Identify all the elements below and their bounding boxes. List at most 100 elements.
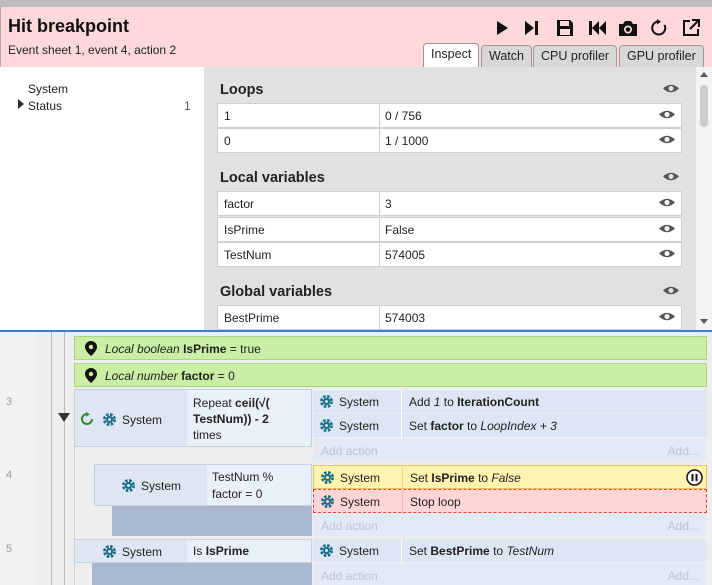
inspector-panel: Loops 1 0 / 756 0 1 / 1000 Local variabl… [204,67,696,331]
breakpoint-pause-icon[interactable] [686,469,703,486]
section-title-local-variables: Local variables [220,170,325,186]
add-action-button[interactable]: Add action Add... [313,564,707,585]
reload-icon [651,19,667,36]
tab-cpu-profiler[interactable]: CPU profiler [533,45,618,67]
action-add-iterationcount[interactable]: System Add 1 to IterationCount [313,390,707,414]
eye-icon[interactable] [658,197,676,208]
indent-guide [64,332,65,585]
collapse-arrow-icon[interactable] [58,413,70,422]
breakpoint-location: Event sheet 1, event 4, action 2 [8,43,177,57]
tree-item-system[interactable]: System [28,82,68,96]
eye-icon[interactable] [662,171,680,182]
eye-icon[interactable] [658,134,676,145]
scroll-up-icon[interactable] [700,71,708,77]
indent-guide [51,332,52,585]
screenshot-button[interactable] [617,17,639,39]
var-value[interactable]: 3 [385,197,392,211]
step-icon [525,21,538,35]
map-pin-icon [85,368,97,383]
tab-gpu-profiler[interactable]: GPU profiler [619,45,704,67]
condition-testnum-mod[interactable]: System TestNum % factor = 0 [94,464,312,506]
action-set-bestprime[interactable]: System Set BestPrime to TestNum [313,539,707,563]
restart-button[interactable] [586,17,608,39]
variable-row: IsPrime False [217,217,682,242]
eye-icon[interactable] [658,109,676,120]
variable-row: BestPrime 574003 [217,305,682,330]
play-icon [497,21,508,35]
gear-icon [321,495,334,508]
eye-icon[interactable] [658,223,676,234]
eye-icon[interactable] [662,285,680,296]
loop-icon [81,412,93,425]
var-value[interactable]: False [385,223,414,237]
action-stop-loop[interactable]: System Stop loop [313,489,707,514]
external-link-icon [683,19,700,36]
gear-icon [122,479,135,492]
object-name: System [122,413,163,427]
gear-icon [320,395,333,408]
object-name: System [122,545,163,559]
debugger-header: Hit breakpoint Event sheet 1, event 4, a… [0,7,712,67]
add-action-button[interactable]: Add action Add... [313,514,707,536]
var-name: factor [224,197,255,211]
continue-button[interactable] [491,17,513,39]
action-set-factor[interactable]: System Set factor to LoopIndex + 3 [313,414,707,438]
sub-event-block [112,506,312,536]
loop-row: 0 1 / 1000 [217,128,682,153]
variable-row: TestNum 574005 [217,242,682,267]
scroll-down-icon[interactable] [700,319,708,325]
var-name: 0 [224,134,231,148]
action-set-isprime-breakpoint[interactable]: System Set IsPrime to False [313,465,707,490]
expand-arrow-icon[interactable] [17,99,25,109]
condition-repeat[interactable]: System Repeat ceil(√( TestNum)) - 2 time… [74,389,312,447]
gear-icon [320,419,333,432]
var-value[interactable]: 574003 [385,311,425,325]
section-title-global-variables: Global variables [220,284,333,300]
object-name: System [141,479,182,493]
var-name: BestPrime [224,311,280,325]
local-variable-factor[interactable]: Local number factor = 0 [74,363,707,387]
gear-icon [103,413,116,426]
object-tree: System Status 1 [0,67,204,331]
var-value[interactable]: 574005 [385,248,425,262]
page-title: Hit breakpoint [8,16,130,36]
section-title-loops: Loops [220,82,264,98]
var-value[interactable]: 0 / 756 [385,109,422,123]
step-button[interactable] [521,17,543,39]
var-name: TestNum [224,248,272,262]
var-value[interactable]: 1 / 1000 [385,134,428,148]
save-button[interactable] [554,17,576,39]
event-sheet: Local boolean IsPrime = true Local numbe… [0,332,712,585]
tree-item-count: 1 [184,99,191,113]
gear-icon [103,545,116,558]
popout-button[interactable] [680,17,702,39]
gear-icon [321,471,334,484]
loop-row: 1 0 / 756 [217,103,682,128]
eye-icon[interactable] [662,83,680,94]
local-variable-isprime[interactable]: Local boolean IsPrime = true [74,336,707,360]
map-pin-icon [85,341,97,356]
eye-icon[interactable] [658,311,676,322]
sub-event-block [92,563,312,585]
reload-button[interactable] [648,17,670,39]
tab-inspect[interactable]: Inspect [423,43,480,67]
rewind-icon [589,21,606,35]
eye-icon[interactable] [658,248,676,259]
add-action-button[interactable]: Add action Add... [313,439,707,461]
camera-icon [619,21,637,36]
var-name: 1 [224,109,231,123]
scrollbar-thumb[interactable] [700,85,708,127]
save-icon [557,20,573,36]
variable-row: factor 3 [217,191,682,216]
var-name: IsPrime [224,223,265,237]
condition-text: TestNum % factor = 0 [207,465,311,505]
tree-item-status[interactable]: Status [28,99,62,113]
line-number: 3 [6,396,13,408]
line-number: 4 [6,469,13,481]
line-number: 5 [6,543,13,555]
indent-guide [74,447,75,585]
tab-watch[interactable]: Watch [481,45,532,67]
condition-text: Is IsPrime [187,540,311,562]
gear-icon [320,544,333,557]
condition-is-isprime[interactable]: System Is IsPrime [74,539,312,563]
